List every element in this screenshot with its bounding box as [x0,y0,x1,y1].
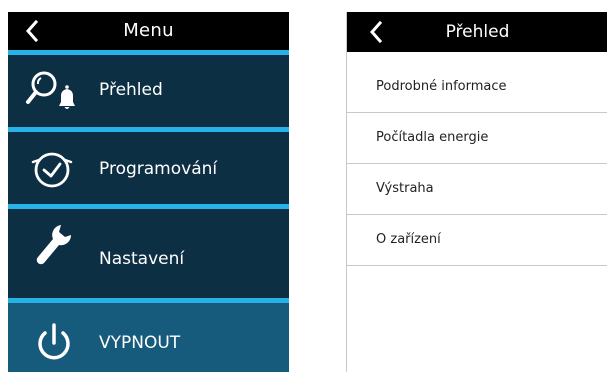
power-icon [38,323,70,360]
overview-panel: Přehled Podrobné informace Počítadla ene… [346,12,607,372]
menu-header: Menu [8,12,289,50]
list-item-label: Podrobné informace [376,79,507,94]
menu-item-programovani[interactable]: Programování [8,132,289,204]
menu-item-prehled[interactable]: Přehled [8,55,289,127]
list-item-vystraha[interactable]: Výstraha [347,164,607,215]
list-item-podrobne-informace[interactable]: Podrobné informace [347,62,607,113]
search-bell-icon [26,71,75,109]
menu-title: Menu [123,20,174,41]
menu-item-label: Přehled [99,80,163,100]
menu-item-label: Nastavení [99,249,185,269]
menu-item-nastaveni[interactable]: Nastavení [8,209,289,281]
wrench-icon [36,225,72,265]
overview-title: Přehled [445,22,510,42]
menu-item-vypnout[interactable]: VYPNOUT [8,303,289,372]
menu-panel: Menu Přehled Programování Nastavení VYPN… [8,12,289,372]
clock-icon [31,152,73,188]
list-item-label: Počítadla energie [376,130,489,145]
list-item-label: Výstraha [376,181,434,196]
menu-item-label: Programování [99,159,218,179]
menu-item-label: VYPNOUT [99,333,181,353]
list-item-label: O zařízení [376,232,441,247]
overview-header: Přehled [347,12,607,52]
list-item-pocitadla-energie[interactable]: Počítadla energie [347,113,607,164]
list-item-o-zarizeni[interactable]: O zařízení [347,215,607,266]
